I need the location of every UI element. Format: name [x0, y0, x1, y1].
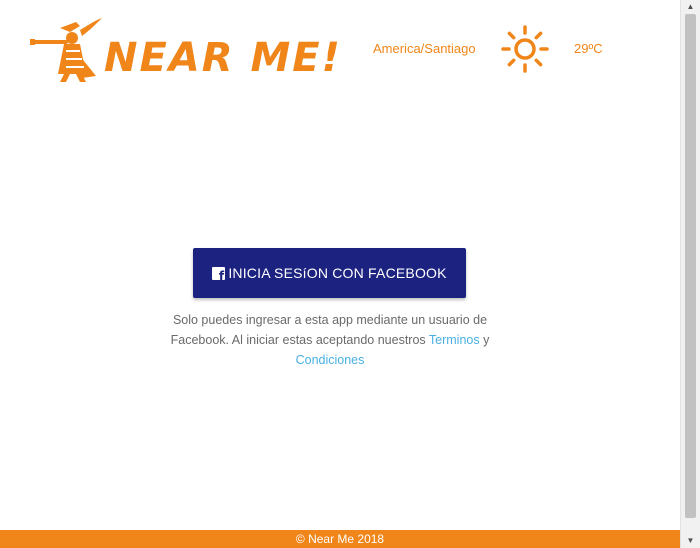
terms-link[interactable]: Terminos	[429, 333, 480, 347]
header: NEAR ME! America/Santiago 29ºC	[0, 0, 680, 100]
logo[interactable]: NEAR ME!	[30, 16, 340, 84]
conditions-link[interactable]: Condiciones	[296, 353, 365, 367]
disclaimer: Solo puedes ingresar a esta app mediante…	[160, 310, 500, 370]
scrollbar-thumb[interactable]	[685, 14, 696, 518]
facebook-login-button[interactable]: INICIA SESíON CON FACEBOOK	[193, 248, 466, 298]
logo-text: NEAR ME!	[104, 35, 342, 81]
location-label: America/Santiago	[373, 41, 476, 56]
scroll-down-arrow-icon[interactable]: ▼	[681, 534, 700, 548]
scroll-up-arrow-icon[interactable]: ▲	[681, 0, 700, 14]
facebook-icon	[212, 266, 226, 282]
facebook-login-label: INICIA SESíON CON FACEBOOK	[228, 265, 447, 281]
temperature-label: 29ºC	[574, 41, 603, 56]
sun-icon	[501, 25, 549, 73]
page: NEAR ME! America/Santiago 29ºC INICIA SE…	[0, 0, 680, 548]
footer: © Near Me 2018	[0, 530, 680, 548]
explorer-logo-icon	[30, 18, 102, 82]
copyright-text: © Near Me 2018	[295, 532, 385, 546]
vertical-scrollbar[interactable]: ▲ ▼	[680, 0, 700, 548]
disclaimer-conjunction: y	[483, 333, 490, 347]
